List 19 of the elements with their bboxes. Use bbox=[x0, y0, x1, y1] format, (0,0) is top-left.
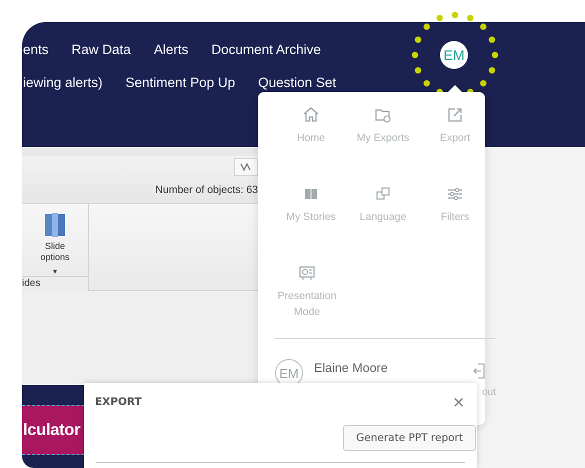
nav-link[interactable]: Alerts bbox=[154, 42, 188, 57]
slides-icon bbox=[44, 212, 66, 238]
nav-link[interactable]: ents bbox=[23, 42, 49, 57]
dialog-title: EXPORT bbox=[95, 396, 142, 408]
slide-options-button[interactable]: Slide options bbox=[30, 212, 80, 263]
group-label: ides bbox=[22, 276, 88, 291]
generate-report-button[interactable]: Generate PPT report bbox=[343, 425, 476, 451]
nav-link[interactable]: iewing alerts) bbox=[23, 75, 103, 90]
user-name: Elaine Moore bbox=[314, 361, 388, 375]
toolbar-icon bbox=[240, 162, 252, 172]
logout-icon bbox=[472, 362, 486, 380]
caret-icon[interactable]: ▾ bbox=[53, 267, 57, 276]
nav-link[interactable]: Document Archive bbox=[211, 42, 321, 57]
nav-link[interactable]: Question Set bbox=[258, 75, 336, 90]
toolbar-button[interactable] bbox=[234, 158, 258, 176]
object-count: Number of objects: 63 bbox=[155, 184, 258, 196]
close-button[interactable]: × bbox=[452, 395, 465, 409]
nav-link[interactable]: Raw Data bbox=[72, 42, 131, 57]
nav-link[interactable]: Sentiment Pop Up bbox=[126, 75, 236, 90]
